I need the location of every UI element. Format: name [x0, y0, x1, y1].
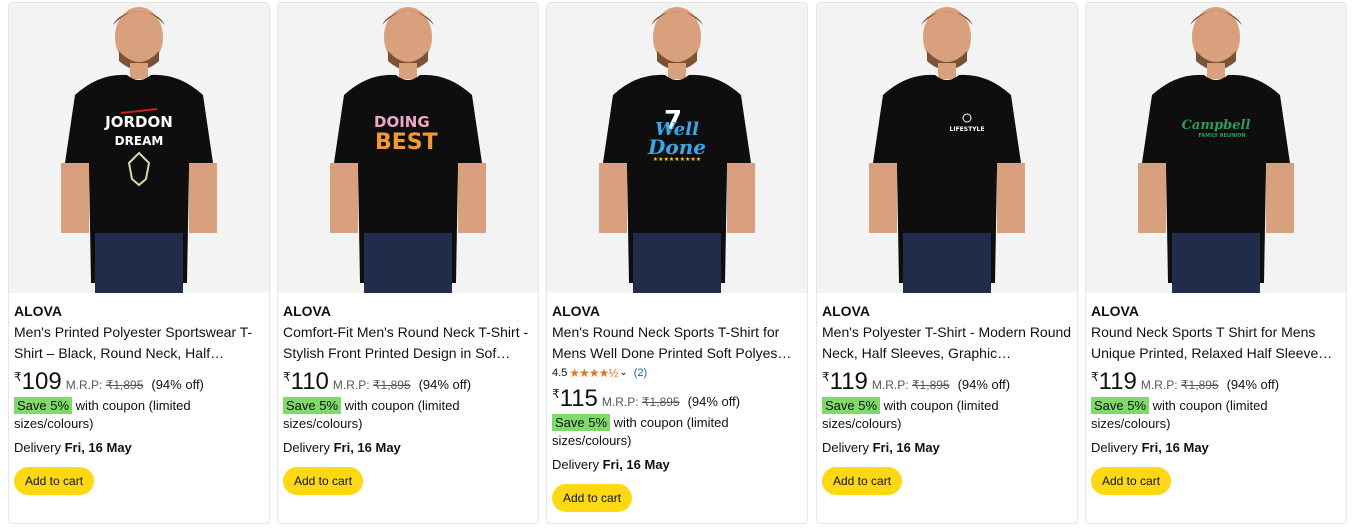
product-card[interactable]: DOING BEST ALOVA Comfort-Fit Men's Round…	[277, 2, 539, 524]
currency-symbol: ₹	[14, 370, 22, 384]
brand-name: ALOVA	[822, 303, 870, 319]
price: 109	[21, 368, 62, 395]
price: 115	[559, 385, 598, 412]
shirt-print-text: Done	[647, 135, 706, 159]
mrp-value: ₹1,895	[1180, 378, 1219, 392]
price-row: ₹ 115 M.R.P: ₹1,895 (94% off)	[552, 385, 804, 413]
currency-symbol: ₹	[1091, 370, 1099, 384]
add-to-cart-button[interactable]: Add to cart	[1091, 467, 1172, 495]
mrp-label: M.R.P: ₹1,895	[1140, 378, 1219, 392]
delivery-date: Fri, 16 May	[872, 440, 940, 455]
save-badge: Save 5%	[822, 397, 881, 414]
product-title-link[interactable]: Round Neck Sports T Shirt for Mens Uniqu…	[1091, 322, 1343, 364]
shirt-print-text: Campbell	[1182, 118, 1251, 133]
coupon-info: Save 5% with coupon (limited sizes/colou…	[1091, 397, 1343, 433]
star-rating-icon: ★★★★½	[569, 366, 618, 380]
mrp-value: ₹1,895	[372, 378, 411, 392]
discount-text: (94% off)	[418, 377, 472, 392]
product-image[interactable]: LIFESTYLE	[817, 3, 1077, 293]
delivery-date: Fri, 16 May	[602, 457, 670, 472]
mrp-label: M.R.P: ₹1,895	[871, 378, 950, 392]
delivery-info: Delivery Fri, 16 May	[822, 439, 1074, 457]
save-badge: Save 5%	[14, 397, 73, 414]
coupon-info: Save 5% with coupon (limited sizes/colou…	[283, 397, 535, 433]
add-to-cart-button[interactable]: Add to cart	[283, 467, 364, 495]
delivery-label: Delivery	[552, 457, 599, 472]
mrp-label: M.R.P: ₹1,895	[332, 378, 411, 392]
shirt-print-text: JORDON	[104, 113, 173, 131]
brand-name: ALOVA	[1091, 303, 1139, 319]
delivery-info: Delivery Fri, 16 May	[14, 439, 266, 457]
rating-value: 4.5	[552, 367, 568, 379]
brand-name: ALOVA	[14, 303, 62, 319]
brand-name: ALOVA	[552, 303, 600, 319]
delivery-info: Delivery Fri, 16 May	[1091, 439, 1343, 457]
delivery-date: Fri, 16 May	[1141, 440, 1209, 455]
mrp-value: ₹1,895	[641, 395, 680, 409]
shirt-print-text: LIFESTYLE	[950, 126, 985, 133]
product-card[interactable]: LIFESTYLE ALOVA Men's Polyester T-Shirt …	[816, 2, 1078, 524]
save-badge: Save 5%	[283, 397, 342, 414]
coupon-info: Save 5% with coupon (limited sizes/colou…	[14, 397, 266, 433]
product-image[interactable]: 7 Well Done ★★★★★★★★★	[547, 3, 807, 293]
rating-count-link[interactable]: (2)	[634, 365, 647, 381]
coupon-info: Save 5% with coupon (limited sizes/colou…	[552, 414, 804, 450]
delivery-label: Delivery	[822, 440, 869, 455]
delivery-info: Delivery Fri, 16 May	[283, 439, 535, 457]
price: 119	[1098, 368, 1137, 395]
product-title-link[interactable]: Men's Polyester T-Shirt - Modern Round N…	[822, 322, 1074, 364]
product-card[interactable]: 7 Well Done ★★★★★★★★★ ALOVA Men's Round …	[546, 2, 808, 524]
price: 110	[290, 368, 329, 395]
product-card[interactable]: JORDON DREAM ALOVA Men's Printed Polyest…	[8, 2, 270, 524]
delivery-date: Fri, 16 May	[64, 440, 132, 455]
discount-text: (94% off)	[687, 394, 741, 409]
brand-name: ALOVA	[283, 303, 331, 319]
shirt-print-text: DREAM	[115, 134, 164, 148]
discount-text: (94% off)	[1226, 377, 1280, 392]
product-title-link[interactable]: Comfort-Fit Men's Round Neck T-Shirt - S…	[283, 322, 535, 364]
save-badge: Save 5%	[1091, 397, 1150, 414]
delivery-info: Delivery Fri, 16 May	[552, 456, 804, 474]
currency-symbol: ₹	[552, 387, 560, 401]
coupon-info: Save 5% with coupon (limited sizes/colou…	[822, 397, 1074, 433]
discount-text: (94% off)	[151, 377, 204, 392]
price-row: ₹ 110 M.R.P: ₹1,895 (94% off)	[283, 368, 535, 396]
price-row: ₹ 109 M.R.P: ₹1,895 (94% off)	[14, 368, 266, 396]
price-row: ₹ 119 M.R.P: ₹1,895 (94% off)	[822, 368, 1074, 396]
currency-symbol: ₹	[283, 370, 291, 384]
shirt-print-text: FAMILY REUNION	[1198, 133, 1245, 139]
shirt-print-text: DOING	[374, 113, 430, 131]
add-to-cart-button[interactable]: Add to cart	[552, 484, 633, 512]
product-image[interactable]: DOING BEST	[278, 3, 538, 293]
shirt-print-stars: ★★★★★★★★★	[653, 156, 701, 163]
price: 119	[829, 368, 868, 395]
mrp-value: ₹1,895	[911, 378, 950, 392]
product-title-link[interactable]: Men's Printed Polyester Sportswear T-Shi…	[14, 322, 266, 364]
product-image[interactable]: Campbell FAMILY REUNION	[1086, 3, 1346, 293]
delivery-label: Delivery	[1091, 440, 1138, 455]
product-title-link[interactable]: Men's Round Neck Sports T-Shirt for Mens…	[552, 322, 804, 364]
shirt-print-text: BEST	[375, 130, 438, 155]
chevron-down-icon[interactable]: ⌄	[619, 365, 627, 381]
delivery-label: Delivery	[283, 440, 330, 455]
add-to-cart-button[interactable]: Add to cart	[14, 467, 95, 495]
rating-row[interactable]: 4.5 ★★★★½ ⌄ (2)	[552, 365, 804, 381]
price-row: ₹ 119 M.R.P: ₹1,895 (94% off)	[1091, 368, 1343, 396]
add-to-cart-button[interactable]: Add to cart	[822, 467, 903, 495]
discount-text: (94% off)	[957, 377, 1011, 392]
product-grid: JORDON DREAM ALOVA Men's Printed Polyest…	[0, 0, 1367, 531]
mrp-label: M.R.P: ₹1,895	[601, 395, 680, 409]
currency-symbol: ₹	[822, 370, 830, 384]
mrp-label: M.R.P: ₹1,895	[65, 378, 144, 392]
delivery-date: Fri, 16 May	[333, 440, 401, 455]
product-image[interactable]: JORDON DREAM	[9, 3, 269, 293]
mrp-value: ₹1,895	[105, 378, 144, 392]
product-card[interactable]: Campbell FAMILY REUNION ALOVA Round Neck…	[1085, 2, 1347, 524]
save-badge: Save 5%	[552, 414, 611, 431]
delivery-label: Delivery	[14, 440, 61, 455]
